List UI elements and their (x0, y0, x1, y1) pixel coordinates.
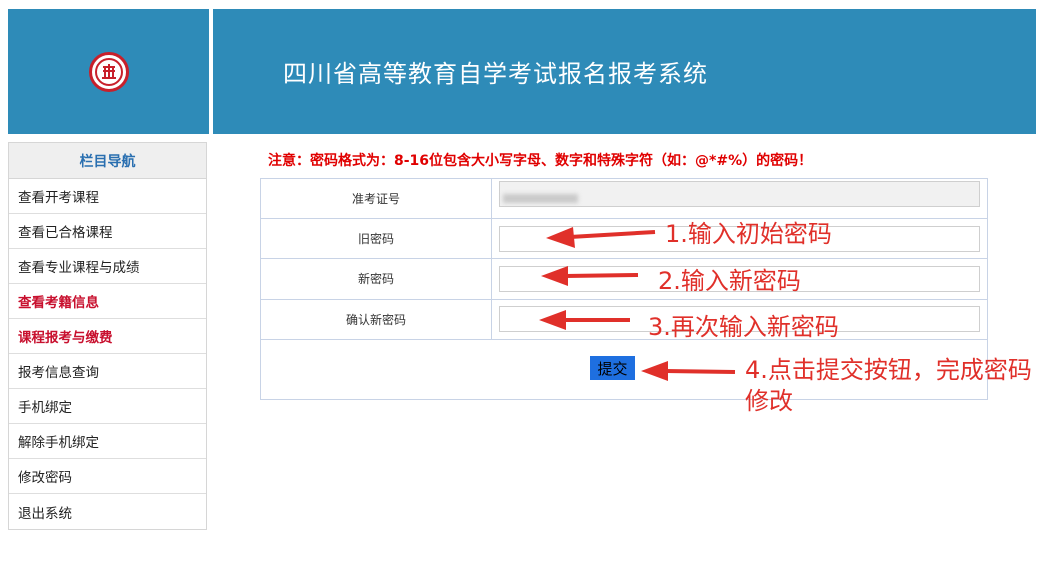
confirm-password-label: 确认新密码 (260, 298, 492, 340)
sidebar-item-open-courses[interactable]: 查看开考课程 (9, 179, 206, 214)
form-row-old-password: 旧密码 (260, 218, 988, 260)
logo-panel (8, 9, 209, 134)
sidebar-item-major-courses-scores[interactable]: 查看专业课程与成绩 (9, 249, 206, 284)
old-password-label: 旧密码 (260, 218, 492, 260)
exam-id-cell (491, 177, 988, 220)
form-row-confirm-password: 确认新密码 (260, 298, 988, 340)
exam-id-label: 准考证号 (260, 177, 492, 220)
annotation-step1: 1.输入初始密码 (665, 220, 832, 248)
form-row-new-password: 新密码 (260, 258, 988, 300)
annotation-step3: 3.再次输入新密码 (648, 313, 839, 341)
sidebar-item-registration-query[interactable]: 报考信息查询 (9, 354, 206, 389)
sidebar-item-passed-courses[interactable]: 查看已合格课程 (9, 214, 206, 249)
blurred-exam-id-value (503, 194, 578, 204)
sidebar-item-bind-phone[interactable]: 手机绑定 (9, 389, 206, 424)
form-row-exam-id: 准考证号 (260, 177, 988, 220)
sidebar-item-student-record[interactable]: 查看考籍信息 (9, 284, 206, 319)
emblem-logo-icon (88, 51, 129, 92)
sidebar-item-unbind-phone[interactable]: 解除手机绑定 (9, 424, 206, 459)
page-header: 四川省高等教育自学考试报名报考系统 (213, 9, 1036, 134)
page-title: 四川省高等教育自学考试报名报考系统 (283, 60, 708, 88)
new-password-label: 新密码 (260, 258, 492, 300)
sidebar-item-change-password[interactable]: 修改密码 (9, 459, 206, 494)
password-format-notice: 注意：密码格式为：8-16位包含大小写字母、数字和特殊字符（如：@*#%）的密码… (268, 153, 813, 169)
sidebar-item-course-registration-payment[interactable]: 课程报考与缴费 (9, 319, 206, 354)
annotation-step4: 4.点击提交按钮，完成密码修改 (745, 356, 1032, 415)
submit-button[interactable]: 提交 (590, 356, 635, 380)
sidebar-nav: 栏目导航 查看开考课程 查看已合格课程 查看专业课程与成绩 查看考籍信息 课程报… (8, 142, 207, 530)
sidebar-item-logout[interactable]: 退出系统 (9, 494, 206, 529)
sidebar-heading: 栏目导航 (9, 143, 206, 179)
annotation-step2: 2.输入新密码 (658, 267, 801, 295)
